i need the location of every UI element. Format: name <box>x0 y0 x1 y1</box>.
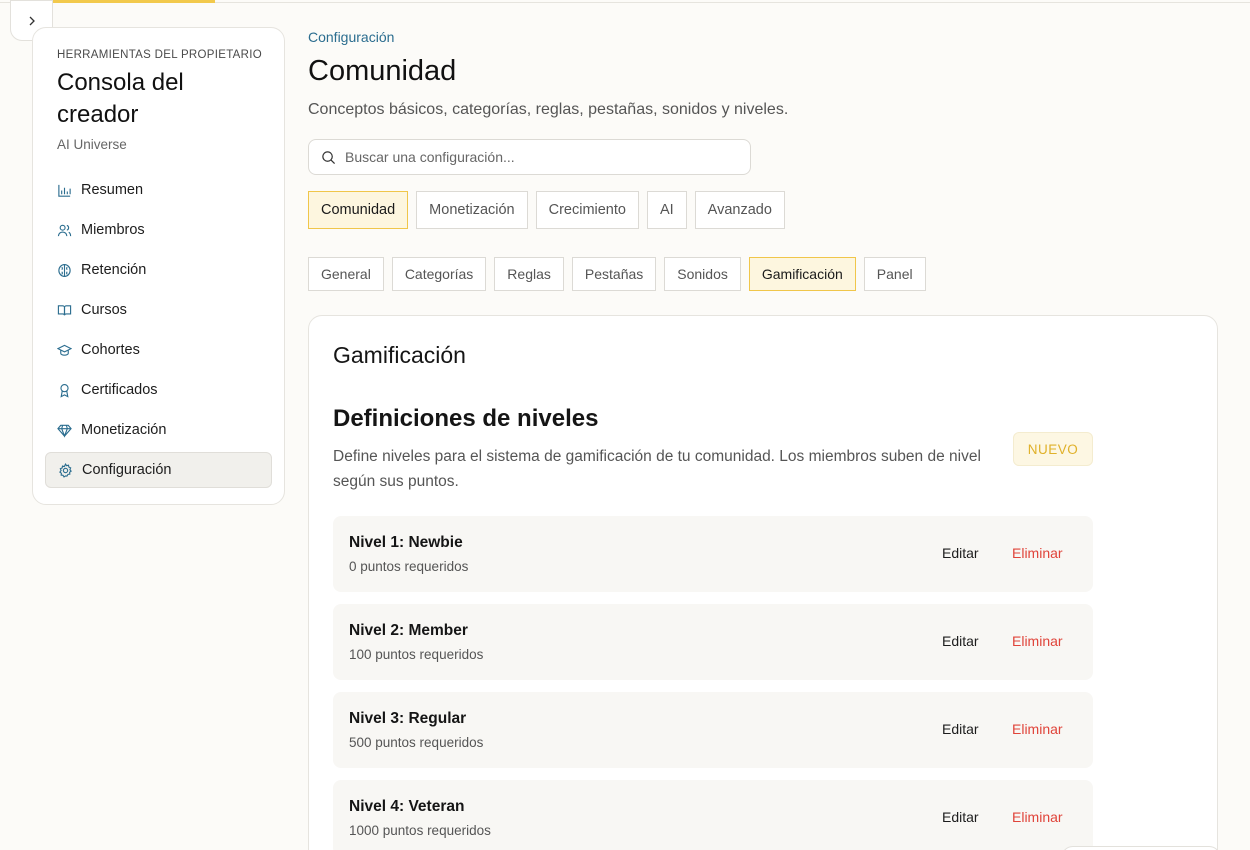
level-row: Nivel 4: Veteran 1000 puntos requeridos … <box>333 780 1093 850</box>
brain-icon <box>57 263 72 278</box>
section-description: Define niveles para el sistema de gamifi… <box>333 448 981 490</box>
sidebar-eyebrow: HERRAMIENTAS DEL PROPIETARIO <box>57 49 262 61</box>
edit-button[interactable]: Editar <box>942 721 979 737</box>
subtab-pestanas[interactable]: Pestañas <box>571 257 657 291</box>
sidebar-nav: Resumen Miembros Retención Cursos Cohort… <box>45 172 272 488</box>
main-tab-bar: Comunidad Monetización Crecimiento AI Av… <box>308 191 793 229</box>
sidebar-item-miembros[interactable]: Miembros <box>45 212 272 248</box>
sidebar-item-label: Cohortes <box>81 342 140 358</box>
level-name: Nivel 2: Member <box>349 622 468 639</box>
sidebar-item-label: Retención <box>81 262 147 278</box>
chevron-right-icon <box>29 16 35 25</box>
tab-ai[interactable]: AI <box>646 191 687 229</box>
sidebar-item-configuracion[interactable]: Configuración <box>45 452 272 488</box>
delete-button[interactable]: Eliminar <box>1012 721 1063 737</box>
gamification-card: Gamificación Definiciones de niveles Def… <box>308 315 1221 850</box>
sidebar-item-cursos[interactable]: Cursos <box>45 292 272 328</box>
subtab-reglas[interactable]: Reglas <box>494 257 564 291</box>
level-row: Nivel 1: Newbie 0 puntos requeridos Edit… <box>333 516 1093 592</box>
sidebar-item-monetizacion[interactable]: Monetización <box>45 412 272 448</box>
sidebar-item-label: Certificados <box>81 382 158 398</box>
sidebar-community-name: AI Universe <box>57 137 127 152</box>
bar-chart-icon <box>57 183 72 198</box>
gem-icon <box>57 423 72 438</box>
search-icon <box>322 150 336 164</box>
tab-crecimiento[interactable]: Crecimiento <box>535 191 639 229</box>
level-row: Nivel 2: Member 100 puntos requeridos Ed… <box>333 604 1093 680</box>
section-title: Definiciones de niveles <box>333 405 599 432</box>
subtab-categorias[interactable]: Categorías <box>391 257 487 291</box>
gear-icon <box>58 462 73 478</box>
level-points: 1000 puntos requeridos <box>349 823 491 838</box>
floating-widget-edge[interactable] <box>1061 846 1221 850</box>
sidebar-item-label: Configuración <box>82 462 172 478</box>
edit-button[interactable]: Editar <box>942 809 979 825</box>
level-points: 500 puntos requeridos <box>349 735 484 750</box>
book-icon <box>57 303 72 318</box>
level-name: Nivel 3: Regular <box>349 710 467 727</box>
sidebar-item-certificados[interactable]: Certificados <box>45 372 272 408</box>
tab-monetizacion[interactable]: Monetización <box>416 191 528 229</box>
sidebar-title: Consola del creador <box>57 69 184 128</box>
award-icon <box>57 383 72 398</box>
new-badge: NUEVO <box>1013 432 1093 466</box>
sub-tab-bar: General Categorías Reglas Pestañas Sonid… <box>308 257 934 291</box>
tab-comunidad[interactable]: Comunidad <box>308 191 409 229</box>
sidebar-item-label: Miembros <box>81 222 145 238</box>
delete-button[interactable]: Eliminar <box>1012 633 1063 649</box>
edit-button[interactable]: Editar <box>942 633 979 649</box>
sidebar: HERRAMIENTAS DEL PROPIETARIO Consola del… <box>32 27 285 505</box>
sidebar-item-label: Monetización <box>81 422 167 438</box>
page-subtitle: Conceptos básicos, categorías, reglas, p… <box>308 101 789 118</box>
graduation-cap-icon <box>57 343 72 358</box>
sidebar-item-resumen[interactable]: Resumen <box>45 172 272 208</box>
level-points: 100 puntos requeridos <box>349 647 484 662</box>
delete-button[interactable]: Eliminar <box>1012 809 1063 825</box>
level-row: Nivel 3: Regular 500 puntos requeridos E… <box>333 692 1093 768</box>
sidebar-item-cohortes[interactable]: Cohortes <box>45 332 272 368</box>
breadcrumb[interactable]: Configuración <box>308 29 394 45</box>
level-name: Nivel 1: Newbie <box>349 534 463 551</box>
search-box[interactable] <box>308 139 751 175</box>
card-title: Gamificación <box>333 342 466 368</box>
delete-button[interactable]: Eliminar <box>1012 545 1063 561</box>
page-title: Comunidad <box>308 55 457 87</box>
subtab-general[interactable]: General <box>308 257 384 291</box>
search-input[interactable] <box>345 149 725 165</box>
sidebar-item-retencion[interactable]: Retención <box>45 252 272 288</box>
subtab-gamificacion[interactable]: Gamificación <box>748 257 856 291</box>
tab-avanzado[interactable]: Avanzado <box>694 191 785 229</box>
subtab-panel[interactable]: Panel <box>863 257 926 291</box>
users-icon <box>57 223 72 238</box>
edit-button[interactable]: Editar <box>942 545 979 561</box>
sidebar-item-label: Cursos <box>81 302 127 318</box>
level-points: 0 puntos requeridos <box>349 559 469 574</box>
subtab-sonidos[interactable]: Sonidos <box>664 257 741 291</box>
level-name: Nivel 4: Veteran <box>349 798 465 815</box>
sidebar-item-label: Resumen <box>81 182 144 198</box>
